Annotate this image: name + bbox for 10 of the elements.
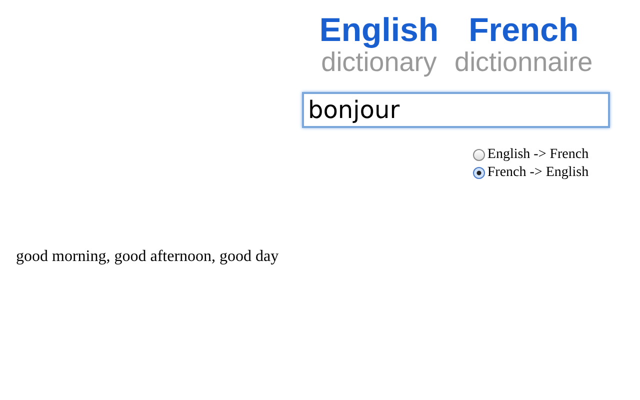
dictionary-title: English bbox=[319, 12, 439, 48]
direction-label[interactable]: English -> French bbox=[487, 146, 589, 164]
radio-button[interactable] bbox=[473, 167, 486, 179]
direction-label[interactable]: French -> English bbox=[487, 164, 589, 182]
radio-button[interactable] bbox=[473, 149, 486, 161]
translation-text: good morning, good afternoon, good day bbox=[16, 248, 279, 266]
dictionary-subtitle: dictionary bbox=[321, 48, 437, 76]
search-field[interactable]: bonjour bbox=[302, 92, 610, 128]
dictionary-subtitle: dictionnaire bbox=[454, 48, 593, 76]
dictionary-title: French bbox=[468, 12, 579, 48]
